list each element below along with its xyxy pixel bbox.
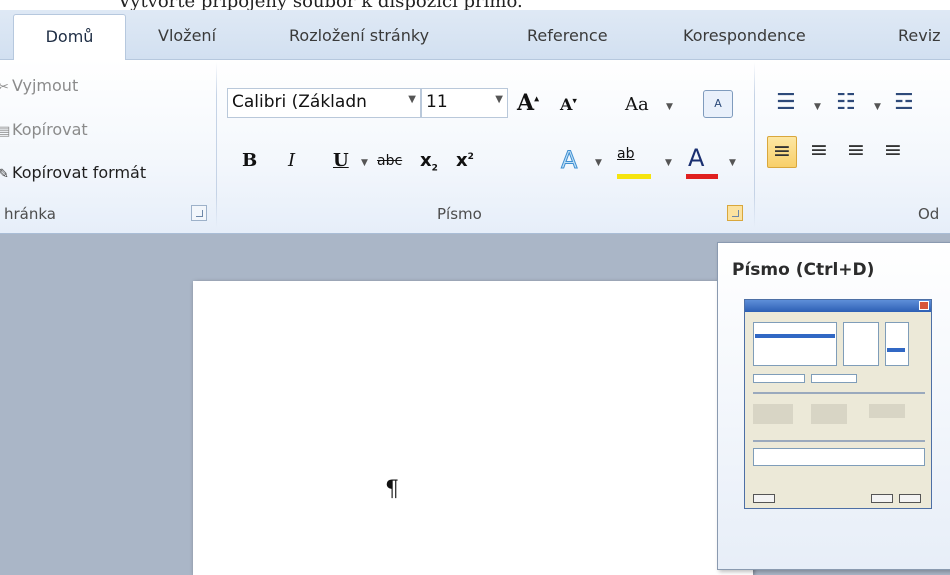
paintbrush-icon: ✎ [0, 167, 9, 182]
copy-icon: ▤ [0, 124, 11, 139]
copy-button[interactable]: ▤ Kopírovat [0, 120, 88, 139]
effects-checkboxes-preview [811, 404, 847, 424]
grow-font-label: A [517, 90, 535, 116]
font-size-value: 11 [426, 92, 448, 112]
highlight-color-bar [617, 174, 651, 179]
chevron-down-icon: ▼ [874, 102, 881, 112]
style-list-preview [843, 322, 879, 366]
font-color-bar [686, 174, 718, 179]
numbering-icon[interactable]: ☷ [836, 90, 856, 115]
scissors-icon: ✂ [0, 80, 9, 95]
selected-size-row [887, 348, 905, 352]
document-page[interactable]: ¶ [193, 281, 753, 575]
copy-label: Kopírovat [12, 120, 88, 139]
underline-button[interactable]: U [333, 150, 349, 171]
shrink-font-label: A [560, 95, 573, 114]
clear-formatting-icon[interactable]: A [703, 90, 733, 118]
change-case-button[interactable]: Aa [625, 94, 649, 115]
ribbon-tabs: Domů Vložení Rozložení stránky Reference… [0, 10, 950, 61]
caret-down-icon: ▾ [572, 96, 577, 107]
font-dialog-preview [744, 299, 932, 509]
font-color-button[interactable]: A [688, 144, 704, 172]
tab-domu[interactable]: Domů [13, 14, 126, 61]
text-effects-button[interactable]: A [560, 146, 577, 175]
justify-icon[interactable]: ≡ [878, 136, 908, 168]
cut-label: Vyjmout [12, 76, 79, 95]
effects-checkboxes-preview [753, 404, 793, 424]
chevron-down-icon: ▼ [495, 94, 503, 105]
cancel-button-preview [899, 494, 921, 503]
superscript-button[interactable]: x2 [456, 150, 474, 171]
font-list-preview [753, 322, 837, 366]
chevron-down-icon: ▼ [665, 158, 672, 168]
tab-rozlozeni-stranky[interactable]: Rozložení stránky [289, 23, 429, 60]
change-case-label: Aa [625, 94, 649, 115]
align-left-icon[interactable]: ≡ [767, 136, 797, 168]
paragraph-mark: ¶ [385, 477, 399, 502]
preview-divider [753, 440, 925, 442]
font-group-label: Písmo [437, 205, 482, 223]
sample-preview-box [753, 448, 925, 466]
clipboard-launcher-icon[interactable] [191, 205, 207, 221]
clipboard-group-label: hránka [4, 205, 56, 223]
align-center-icon[interactable]: ≡ [804, 136, 834, 168]
font-dialog-launcher-icon[interactable] [727, 205, 743, 221]
chevron-down-icon: ▼ [814, 102, 821, 112]
chevron-down-icon: ▼ [408, 94, 416, 105]
strikethrough-button[interactable]: abc [377, 153, 402, 169]
multilevel-list-icon[interactable]: ☲ [894, 90, 914, 115]
ribbon: ✂ Vyjmout ▤ Kopírovat ✎ Kopírovat formát hr… [0, 60, 950, 234]
ok-button-preview [871, 494, 893, 503]
italic-button[interactable]: I [288, 150, 295, 171]
grow-font-button[interactable]: A▴ [517, 90, 539, 116]
size-list-preview [885, 322, 909, 366]
bullets-icon[interactable]: ☰ [776, 90, 796, 115]
font-size-combo[interactable]: 11 ▼ [421, 88, 508, 118]
font-name-combo[interactable]: Calibri (Základn ▼ [227, 88, 421, 118]
selected-font-row [755, 334, 835, 338]
tab-korespondence[interactable]: Korespondence [683, 23, 806, 60]
align-right-icon[interactable]: ≡ [841, 136, 871, 168]
default-button-preview [753, 494, 775, 503]
caret-up-icon: ▴ [534, 93, 540, 105]
group-separator [216, 62, 217, 228]
effects-checkboxes-preview [869, 404, 905, 418]
dialog-titlebar [745, 300, 931, 312]
cut-button[interactable]: ✂ Vyjmout [0, 76, 78, 95]
effects-divider [753, 392, 925, 394]
highlight-button[interactable]: ab [617, 146, 634, 162]
underline-select-preview [811, 374, 857, 383]
font-dialog-tooltip: Písmo (Ctrl+D) [717, 242, 950, 570]
subscript-button[interactable]: x2 [420, 150, 438, 174]
tooltip-title: Písmo (Ctrl+D) [732, 260, 875, 280]
tab-revize[interactable]: Reviz [898, 23, 941, 60]
chevron-down-icon: ▼ [361, 158, 368, 168]
format-painter-label: Kopírovat formát [12, 163, 147, 182]
subscript-label: x [420, 150, 432, 171]
paragraph-group-label: Od [918, 205, 940, 223]
close-icon [919, 301, 929, 310]
tab-reference[interactable]: Reference [527, 23, 608, 60]
font-name-value: Calibri (Základn [232, 92, 367, 112]
font-color-select-preview [753, 374, 805, 383]
tab-vlozeni[interactable]: Vložení [158, 23, 216, 60]
bold-button[interactable]: B [242, 150, 257, 171]
format-painter-button[interactable]: ✎ Kopírovat formát [0, 163, 146, 182]
superscript-label: x [456, 150, 468, 171]
chevron-down-icon: ▼ [666, 102, 673, 112]
shrink-font-button[interactable]: A▾ [560, 95, 577, 114]
group-separator [754, 62, 755, 228]
chevron-down-icon: ▼ [729, 158, 736, 168]
chevron-down-icon: ▼ [595, 158, 602, 168]
